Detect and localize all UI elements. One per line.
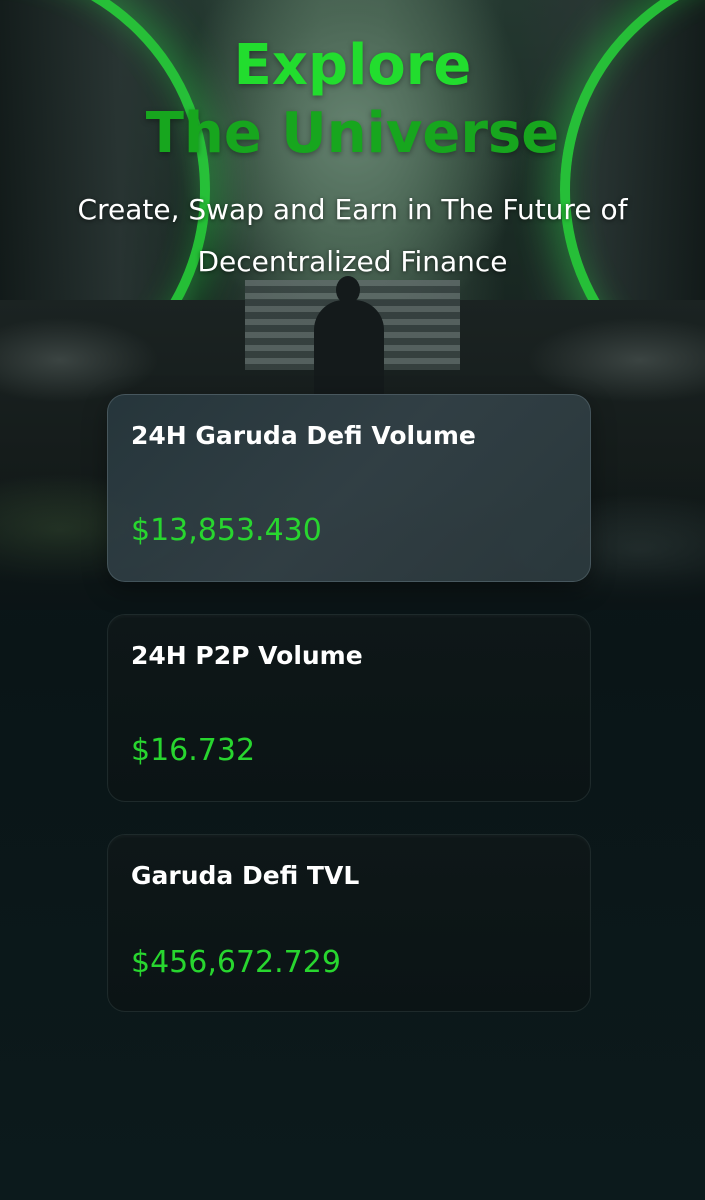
hero-headline: Explore The Universe — [0, 32, 705, 168]
stat-card-label: 24H Garuda Defi Volume — [131, 421, 476, 450]
hero-subtitle-line2: Decentralized Finance — [197, 245, 508, 278]
hero-headline-line2: The Universe — [145, 101, 560, 166]
hero-headline-line1: Explore — [233, 33, 472, 98]
stat-card-value: $456,672.729 — [131, 945, 341, 980]
page: Explore The Universe Create, Swap and Ea… — [0, 0, 705, 1200]
stat-card-value: $16.732 — [131, 733, 256, 768]
stat-card-label: 24H P2P Volume — [131, 641, 363, 670]
stat-card-p2p-volume: 24H P2P Volume $16.732 — [107, 614, 591, 802]
hero-subtitle-line1: Create, Swap and Earn in The Future of — [77, 193, 628, 226]
stat-card-garuda-volume: 24H Garuda Defi Volume $13,853.430 — [107, 394, 591, 582]
hero-figure-body — [314, 300, 384, 400]
hero-subtitle: Create, Swap and Earn in The Future of D… — [10, 184, 695, 288]
stat-card-tvl: Garuda Defi TVL $456,672.729 — [107, 834, 591, 1012]
stat-card-label: Garuda Defi TVL — [131, 861, 360, 890]
stat-card-value: $13,853.430 — [131, 513, 322, 548]
